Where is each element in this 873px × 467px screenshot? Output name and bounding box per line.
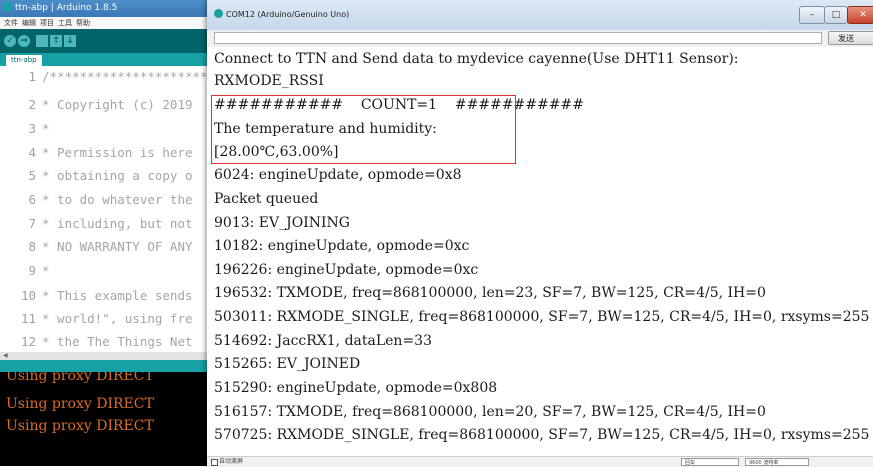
output-line: Packet queued — [214, 191, 319, 207]
console-line: Using proxy DIRECT — [6, 418, 154, 434]
serial-input-field[interactable] — [214, 32, 822, 44]
tab-ttn-abp[interactable]: ttn-abp — [6, 55, 42, 66]
output-line: 516157: TXMODE, freq=868100000, len=20, … — [214, 404, 766, 420]
console-line: Using proxy DIRECT — [6, 396, 154, 412]
upload-arrow-icon[interactable]: → — [18, 35, 30, 47]
editor-horizontal-scrollbar[interactable]: ◀ — [0, 352, 214, 360]
output-line: 515265: EV_JOINED — [214, 356, 361, 372]
output-line: 570725: RXMODE_SINGLE, freq=868100000, S… — [214, 427, 870, 443]
ide-titlebar: ttn-abp | Arduino 1.8.5 — [0, 0, 214, 17]
console-line: Using proxy DIRECT — [6, 372, 154, 384]
code-line: 6 * to do whatever the — [28, 192, 193, 207]
output-line: 515290: engineUpdate, opmode=0x808 — [214, 380, 498, 396]
save-icon[interactable]: ↓ — [64, 35, 76, 47]
menu-tools[interactable]: 工具 — [58, 19, 72, 27]
ide-menubar: 文件 编辑 项目 工具 帮助 — [0, 17, 214, 29]
arduino-app-icon — [214, 9, 223, 18]
code-line: 12 * the The Things Net — [20, 334, 193, 349]
code-line: 4 * Permission is here — [28, 145, 193, 160]
ide-toolbar: ✓ → ↑ ↓ — [0, 29, 214, 53]
ide-console: Using proxy DIRECT Using proxy DIRECT Us… — [0, 372, 214, 466]
send-row: 发送 — [207, 30, 873, 47]
output-line: 10182: engineUpdate, opmode=0xc — [214, 238, 470, 254]
code-line: 3 * — [28, 121, 50, 136]
output-line: RXMODE_RSSI — [214, 73, 324, 89]
serial-monitor-title-wrap: COM12 (Arduino/Genuino Uno) — [214, 9, 349, 19]
ide-title: ttn-abp | Arduino 1.8.5 — [15, 3, 118, 13]
console-divider — [0, 360, 214, 372]
output-line: 9013: EV_JOINING — [214, 215, 350, 231]
serial-status-bar: 自动滚屏 回车 9600 波特率 — [207, 456, 873, 467]
scroll-left-arrow-icon[interactable]: ◀ — [3, 352, 8, 360]
arduino-app-icon — [3, 2, 12, 11]
code-line: 1/********************** — [28, 69, 214, 84]
code-line: 11 * world!", using fre — [20, 311, 193, 326]
output-line: 503011: RXMODE_SINGLE, freq=868100000, S… — [214, 309, 870, 325]
code-editor[interactable]: 1/********************** 2 * Copyright (c… — [0, 66, 214, 352]
minimize-button[interactable]: – — [799, 6, 825, 24]
open-folder-icon[interactable]: ↑ — [50, 35, 62, 47]
menu-sketch[interactable]: 项目 — [40, 19, 54, 27]
code-line: 2 * Copyright (c) 2019 — [28, 97, 193, 112]
close-button[interactable]: ✕ — [847, 6, 873, 24]
output-line: Connect to TTN and Send data to mydevice… — [214, 51, 739, 67]
baud-rate-select[interactable]: 9600 波特率 — [745, 458, 809, 466]
autoscroll-checkbox[interactable] — [211, 459, 218, 466]
output-line: 196532: TXMODE, freq=868100000, len=23, … — [214, 285, 766, 301]
serial-monitor-window: COM12 (Arduino/Genuino Uno) – □ ✕ 发送 Con… — [207, 0, 873, 467]
line-ending-select[interactable]: 回车 — [681, 458, 739, 466]
verify-check-icon[interactable]: ✓ — [4, 35, 16, 47]
serial-monitor-titlebar: COM12 (Arduino/Genuino Uno) – □ ✕ — [207, 0, 873, 30]
send-button[interactable]: 发送 — [828, 31, 873, 45]
new-file-icon[interactable] — [36, 35, 48, 47]
serial-monitor-title: COM12 (Arduino/Genuino Uno) — [226, 10, 350, 19]
code-line: 7 * including, but not — [28, 216, 193, 231]
code-line: 10 * This example sends — [20, 288, 193, 303]
arduino-ide-window: ttn-abp | Arduino 1.8.5 文件 编辑 项目 工具 帮助 ✓ → ↑… — [0, 0, 214, 466]
output-line: 6024: engineUpdate, opmode=0x8 — [214, 167, 462, 183]
menu-help[interactable]: 帮助 — [76, 19, 90, 27]
code-line: 8 * NO WARRANTY OF ANY — [28, 239, 193, 254]
sensor-reading-highlight — [211, 95, 516, 164]
code-line: 5 * obtaining a copy o — [28, 168, 193, 183]
serial-output[interactable]: Connect to TTN and Send data to mydevice… — [207, 47, 873, 456]
menu-file[interactable]: 文件 — [4, 19, 18, 27]
output-line: 196226: engineUpdate, opmode=0xc — [214, 262, 479, 278]
ide-tab-bar: ttn-abp — [0, 53, 214, 66]
output-line: 514692: JaccRX1, dataLen=33 — [214, 333, 432, 349]
code-line: 9 * — [28, 263, 50, 278]
maximize-button[interactable]: □ — [824, 6, 848, 24]
menu-edit[interactable]: 编辑 — [22, 19, 36, 27]
